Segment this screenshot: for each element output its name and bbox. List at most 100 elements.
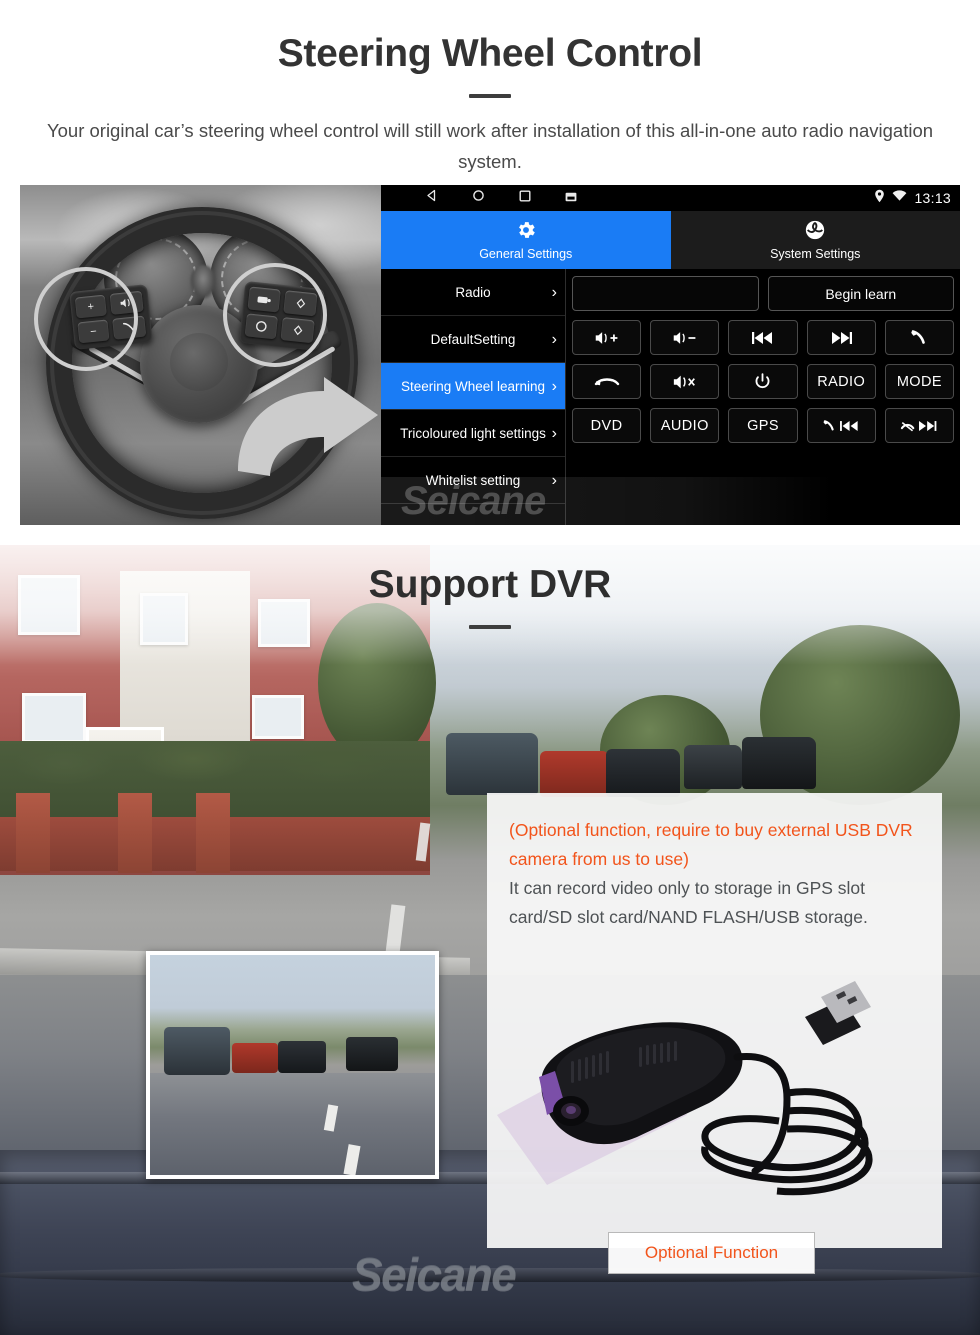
screenshot-icon[interactable]: [565, 189, 577, 207]
tab-system-settings-label: System Settings: [770, 247, 861, 261]
page-watermark: Seicane: [352, 1248, 517, 1300]
usb-dvr-camera-image: [497, 981, 873, 1196]
previous-track-icon: [751, 331, 772, 344]
wall-pillar: [196, 793, 230, 873]
page-root: Steering Wheel Control Your original car…: [0, 0, 980, 1335]
steering-wheel-and-headunit-strip: + − 13:13 General Settings System Settin…: [20, 185, 960, 525]
dashcam-road: [150, 1073, 435, 1175]
sidebar-item-steering-wheel-learning[interactable]: Steering Wheel learning ›: [381, 363, 565, 410]
settings-tabs: General Settings System Settings: [381, 211, 960, 269]
sidebar-item-label: Radio: [455, 284, 491, 300]
phone-call-button[interactable]: [884, 320, 954, 355]
gps-button[interactable]: GPS: [728, 408, 798, 443]
car: [684, 745, 742, 789]
tab-general-settings[interactable]: General Settings: [381, 211, 671, 269]
tab-general-settings-label: General Settings: [479, 247, 573, 261]
steering-wheel-photo: + −: [20, 185, 381, 525]
next-track-button[interactable]: [806, 320, 876, 355]
gear-icon: [515, 219, 537, 244]
volume-up-icon: [595, 331, 617, 344]
support-dvr-title-band: Support DVR: [0, 545, 980, 665]
chevron-right-icon: ›: [551, 471, 557, 489]
phone-call-icon: [911, 329, 926, 344]
hangup-next-icon: [901, 420, 937, 431]
window: [22, 693, 86, 743]
sidebar-item-label: Steering Wheel learning: [400, 378, 546, 394]
radio-button[interactable]: RADIO: [806, 364, 876, 399]
dvr-optional-note: (Optional function, require to buy exter…: [509, 820, 913, 869]
system-settings-icon: [804, 219, 826, 244]
power-button[interactable]: [728, 364, 798, 399]
wall-pillar: [16, 793, 50, 873]
sidebar-item-whitelist-setting[interactable]: Whitelist setting ›: [381, 457, 565, 504]
settings-body: Radio › DefaultSetting › Steering Wheel …: [381, 269, 960, 525]
car: [446, 733, 538, 795]
hangup-next-button[interactable]: [884, 408, 954, 443]
recents-square-icon[interactable]: [519, 189, 531, 207]
volume-down-button[interactable]: [650, 320, 720, 355]
optional-function-button[interactable]: Optional Function: [608, 1232, 815, 1274]
wall-pillar: [118, 793, 152, 873]
phone-previous-icon: [823, 419, 858, 431]
section-subtitle: Your original car’s steering wheel contr…: [46, 120, 934, 172]
next-track-icon: [832, 331, 853, 344]
car: [606, 749, 680, 797]
dashcam-preview: [146, 951, 439, 1179]
dvr-info-text: (Optional function, require to buy exter…: [487, 793, 942, 932]
car: [540, 751, 610, 797]
status-bar-right: 13:13: [874, 189, 951, 208]
yellow-arrow-icon: [238, 377, 378, 476]
phone-previous-button[interactable]: [806, 408, 876, 443]
back-triangle-icon[interactable]: [425, 189, 438, 207]
sidebar-item-tricoloured-light-settings[interactable]: Tricoloured light settings ›: [381, 410, 565, 457]
android-nav-icons: [425, 189, 577, 207]
begin-learn-button[interactable]: Begin learn: [767, 276, 954, 311]
car: [346, 1037, 398, 1071]
highlight-circle-left: [34, 267, 138, 371]
title-divider: [469, 625, 511, 629]
chevron-right-icon: ›: [551, 283, 557, 301]
volume-down-icon: [673, 331, 696, 344]
car: [742, 737, 816, 789]
mode-button[interactable]: MODE: [884, 364, 954, 399]
steering-key-grid: RADIO MODE DVD AUDIO GPS: [572, 320, 954, 443]
home-circle-icon[interactable]: [472, 189, 485, 207]
phone-hangup-icon: [594, 377, 619, 385]
status-clock: 13:13: [914, 190, 951, 206]
highlight-circle-right: [223, 263, 327, 367]
tab-system-settings[interactable]: System Settings: [670, 211, 960, 269]
window: [252, 695, 304, 739]
usb-connector: [805, 981, 871, 1045]
mute-button[interactable]: [650, 364, 720, 399]
sidebar-item-label: Tricoloured light settings: [400, 425, 546, 441]
android-status-bar: 13:13: [381, 185, 960, 211]
sidebar-item-default-setting[interactable]: DefaultSetting ›: [381, 316, 565, 363]
car: [232, 1043, 278, 1073]
title-divider: [469, 94, 511, 98]
sidebar-item-label: Whitelist setting: [425, 472, 521, 488]
learn-key-input[interactable]: [572, 276, 759, 311]
section-title: Support DVR: [368, 563, 612, 606]
page-title: Steering Wheel Control: [277, 32, 703, 75]
learning-top-row: Begin learn: [572, 276, 954, 311]
steering-wheel-control-section: Steering Wheel Control Your original car…: [0, 0, 980, 545]
audio-button[interactable]: AUDIO: [650, 408, 720, 443]
head-unit-screen: 13:13 General Settings System Settings R…: [381, 185, 960, 525]
dvr-info-card: (Optional function, require to buy exter…: [487, 793, 942, 1248]
wifi-icon: [892, 189, 907, 207]
sidebar-item-label: DefaultSetting: [430, 331, 516, 347]
chevron-right-icon: ›: [551, 330, 557, 348]
mute-icon: [673, 375, 695, 388]
chevron-right-icon: ›: [551, 424, 557, 442]
phone-hangup-button[interactable]: [572, 364, 642, 399]
sidebar-item-radio[interactable]: Radio ›: [381, 269, 565, 316]
power-icon: [756, 373, 770, 389]
dvr-storage-note: It can record video only to storage in G…: [509, 878, 868, 927]
car: [278, 1041, 326, 1073]
dvd-button[interactable]: DVD: [572, 408, 642, 443]
previous-track-button[interactable]: [728, 320, 798, 355]
settings-sidebar: Radio › DefaultSetting › Steering Wheel …: [381, 269, 566, 525]
car: [164, 1027, 230, 1075]
chevron-right-icon: ›: [551, 377, 557, 395]
volume-up-button[interactable]: [572, 320, 642, 355]
